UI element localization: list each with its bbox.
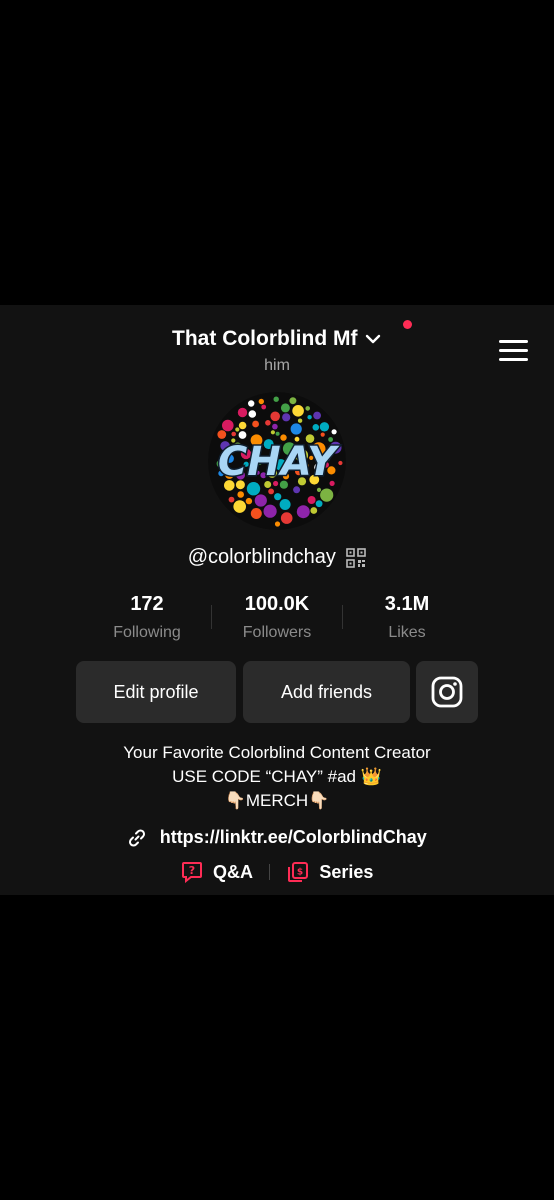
question-bubble-icon: ? xyxy=(181,862,202,883)
avatar-dot xyxy=(261,404,267,410)
avatar-dot xyxy=(274,493,282,501)
avatar-dot xyxy=(228,496,235,503)
pronouns: him xyxy=(264,357,290,374)
username-handle: @colorblindchay xyxy=(187,546,336,568)
avatar-dot xyxy=(263,504,277,518)
avatar-dot xyxy=(296,505,310,519)
avatar-dot xyxy=(237,407,248,418)
handle-row: @colorblindchay xyxy=(0,546,554,569)
stat-likes-label: Likes xyxy=(388,624,426,641)
bio-line: Your Favorite Colorblind Content Creator xyxy=(123,743,431,762)
stat-following[interactable]: 172 Following xyxy=(82,593,212,642)
instagram-button[interactable] xyxy=(416,661,478,723)
series-tag[interactable]: $ Series xyxy=(287,861,374,883)
avatar-dot xyxy=(245,497,253,505)
stat-following-value: 172 xyxy=(130,593,164,615)
stat-likes-value: 3.1M xyxy=(384,593,430,615)
chevron-down-icon[interactable] xyxy=(364,330,382,348)
avatar-dot xyxy=(270,430,275,435)
avatar-dot xyxy=(254,494,267,507)
avatar-dot xyxy=(248,400,255,407)
avatar-dot xyxy=(313,411,321,420)
avatar-dot xyxy=(320,432,325,437)
avatar-dot xyxy=(282,413,291,422)
avatar-dot xyxy=(231,431,236,437)
tag-divider xyxy=(269,864,271,880)
qa-tag-label: Q&A xyxy=(213,861,254,882)
avatar-dot xyxy=(315,500,323,508)
avatar-dot xyxy=(312,424,320,431)
bio-link-url[interactable]: https://linktr.ee/ColorblindChay xyxy=(160,827,427,848)
avatar-dot xyxy=(290,423,302,435)
avatar-dot xyxy=(238,431,247,439)
profile-stats: 172 Following 100.0K Followers 3.1M Like… xyxy=(0,593,554,649)
avatar-dot xyxy=(289,397,297,405)
avatar-dot xyxy=(233,500,246,513)
notification-dot xyxy=(403,320,412,329)
stat-followers-label: Followers xyxy=(242,624,312,641)
avatar-dot xyxy=(217,430,227,439)
edit-profile-button[interactable]: Edit profile xyxy=(76,661,236,723)
avatar-dot xyxy=(305,406,310,411)
avatar-dot xyxy=(265,420,271,426)
profile-display-name[interactable]: That Colorblind Mf xyxy=(172,327,357,351)
bio-line: USE CODE “CHAY” #ad 👑 xyxy=(172,767,382,786)
avatar-dot xyxy=(252,420,259,428)
avatar-dot xyxy=(222,419,234,432)
avatar-dot xyxy=(338,460,343,466)
avatar-dot xyxy=(274,521,281,527)
avatar-dot xyxy=(320,488,334,502)
link-icon xyxy=(129,828,146,847)
svg-text:$: $ xyxy=(297,868,303,878)
series-tag-label: Series xyxy=(319,861,374,882)
avatar[interactable]: CHAY xyxy=(208,392,346,530)
avatar-dot xyxy=(272,423,278,430)
avatar-dot xyxy=(248,410,257,418)
stat-followers[interactable]: 100.0K Followers xyxy=(212,593,342,642)
profile-header: That Colorblind Mf him xyxy=(0,305,554,385)
add-friends-button[interactable]: Add friends xyxy=(243,661,410,723)
avatar-dot xyxy=(316,487,322,492)
avatar-dot xyxy=(280,512,293,524)
stat-likes[interactable]: 3.1M Likes xyxy=(342,593,472,642)
profile-bio: Your Favorite Colorblind Content Creator… xyxy=(0,741,554,813)
avatar-dot xyxy=(279,499,291,510)
avatar-dot xyxy=(292,405,304,417)
avatar-dot xyxy=(268,488,274,495)
avatar-dot xyxy=(331,429,337,435)
instagram-icon xyxy=(431,676,463,708)
avatar-dot xyxy=(275,431,280,436)
avatar-dot xyxy=(280,403,290,413)
profile-panel: That Colorblind Mf him CHAY @colorblindc… xyxy=(0,305,554,895)
avatar-dot xyxy=(237,491,244,498)
stat-followers-value: 100.0K xyxy=(244,593,310,615)
avatar-dot xyxy=(250,508,262,519)
avatar-dot xyxy=(235,427,240,432)
avatar-dot xyxy=(293,486,301,494)
stat-following-label: Following xyxy=(113,624,181,641)
avatar-dot xyxy=(310,507,318,514)
avatar-dot xyxy=(307,415,312,420)
svg-text:?: ? xyxy=(188,864,194,877)
avatar-text: CHAY xyxy=(218,439,340,485)
avatar-dot xyxy=(270,411,280,422)
bio-link[interactable]: https://linktr.ee/ColorblindChay xyxy=(0,827,554,848)
series-icon: $ xyxy=(287,862,308,882)
avatar-dot xyxy=(319,422,330,432)
account-switcher[interactable]: That Colorblind Mf xyxy=(0,327,554,351)
qr-code-icon[interactable] xyxy=(346,547,367,568)
avatar-dot xyxy=(297,418,303,423)
avatar-dot xyxy=(258,398,264,405)
avatar-dot xyxy=(273,396,279,402)
avatar-dot xyxy=(307,496,316,504)
bio-line: 👇🏻MERCH👇🏻 xyxy=(224,791,330,810)
profile-tags: ? Q&A $ Series xyxy=(0,861,554,883)
qa-tag[interactable]: ? Q&A xyxy=(181,861,253,883)
hamburger-menu-icon[interactable] xyxy=(499,340,528,362)
avatar-dot xyxy=(238,421,247,430)
